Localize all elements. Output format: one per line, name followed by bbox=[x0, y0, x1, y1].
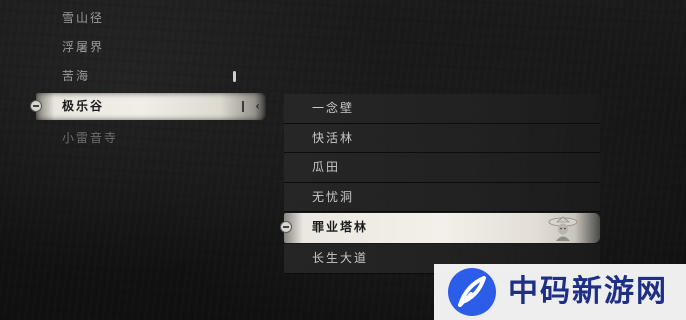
location-label: 瓜田 bbox=[312, 160, 341, 174]
location-item-zuiyetalin[interactable]: 罪业塔林 bbox=[280, 213, 600, 243]
character-portrait-icon bbox=[548, 216, 578, 241]
location-label: 罪业塔林 bbox=[312, 220, 369, 234]
location-item-kuaihuolin[interactable]: 快活林 bbox=[284, 123, 600, 153]
location-label: 快活林 bbox=[312, 130, 355, 145]
location-label: 长生大道 bbox=[312, 251, 369, 265]
location-item-guatian[interactable]: 瓜田 bbox=[284, 153, 600, 183]
chevron-left-icon[interactable]: ‹ bbox=[255, 93, 260, 120]
feather-logo-icon bbox=[448, 268, 496, 316]
region-item-jileigu[interactable]: 极乐谷 ‹ bbox=[30, 93, 266, 120]
region-label: 浮屠界 bbox=[62, 40, 105, 54]
region-label: 雪山径 bbox=[62, 11, 105, 25]
divider-tick bbox=[242, 101, 244, 112]
region-item-futujie[interactable]: 浮屠界 bbox=[36, 33, 266, 62]
region-item-kuhai[interactable]: 苦海 bbox=[36, 62, 266, 91]
site-watermark: 中码新游网 bbox=[434, 264, 686, 320]
location-label: 一念壁 bbox=[312, 101, 355, 115]
location-list: 一念壁 快活林 瓜田 无忧洞 罪业塔林 长生大道 bbox=[280, 94, 600, 274]
region-label: 极乐谷 bbox=[62, 99, 105, 113]
region-label: 苦海 bbox=[62, 69, 91, 83]
scroll-indicator-icon[interactable] bbox=[233, 71, 236, 82]
region-label: 小雷音寺 bbox=[62, 131, 119, 145]
region-list: 雪山径 浮屠界 苦海 极乐谷 ‹ 小雷音寺 bbox=[30, 4, 266, 153]
map-travel-screen: 雪山径 浮屠界 苦海 极乐谷 ‹ 小雷音寺 一念壁 快活林 瓜田 无忧洞 罪业塔… bbox=[0, 0, 686, 320]
seal-icon bbox=[280, 221, 292, 233]
location-label: 无忧洞 bbox=[312, 189, 355, 204]
watermark-text: 中码新游网 bbox=[508, 274, 668, 309]
region-item-xueshanjing[interactable]: 雪山径 bbox=[36, 4, 266, 33]
location-item-wuyoudong[interactable]: 无忧洞 bbox=[284, 182, 600, 212]
seal-icon bbox=[30, 100, 42, 112]
location-item-yinianbi[interactable]: 一念壁 bbox=[284, 94, 600, 124]
region-item-xiaoleiyinsi[interactable]: 小雷音寺 bbox=[36, 124, 266, 153]
